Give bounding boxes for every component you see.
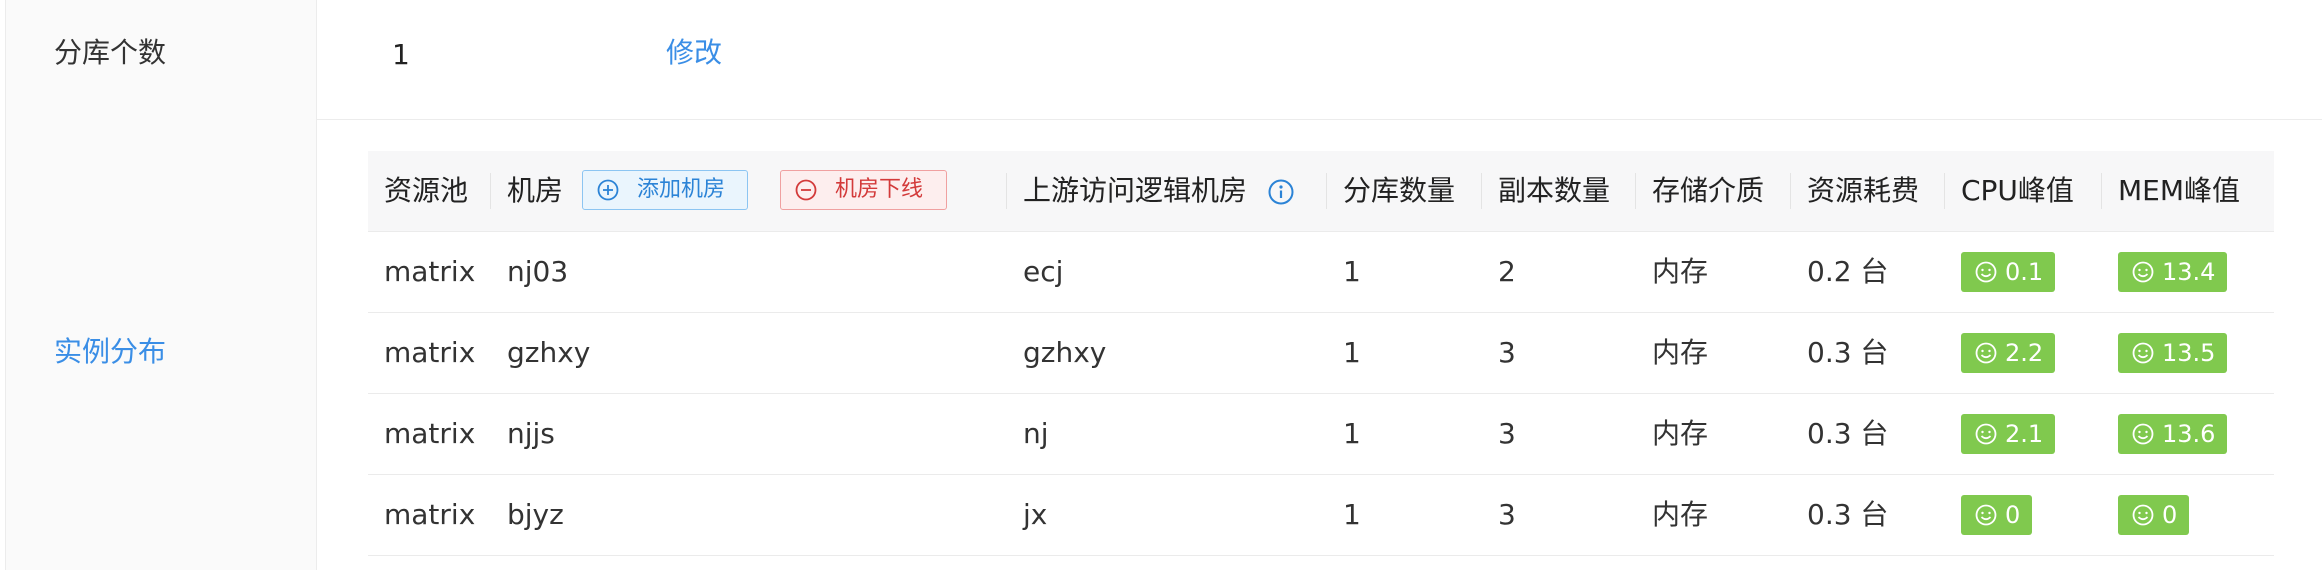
header-separator [1635, 173, 1636, 209]
cpu-peak-value: 0.1 [2005, 258, 2044, 286]
cell-pool: matrix [384, 336, 476, 369]
header-medium: 存储介质 [1652, 174, 1765, 207]
cpu-peak-tag: 2.2 [1961, 333, 2056, 373]
header-pool: 资源池 [384, 174, 469, 207]
cell-upstream: jx [1023, 498, 1048, 531]
table-row: matrix njjs nj 1 3 内存 0.3 台 2.1 13.6 [368, 394, 2274, 475]
table-row: matrix bjyz jx 1 3 内存 0.3 台 0 0 [368, 475, 2274, 556]
cell-room: nj03 [507, 255, 569, 288]
cell-pool: matrix [384, 417, 476, 450]
cell-medium: 内存 [1652, 336, 1709, 369]
shard-count-label: 分库个数 [54, 36, 167, 69]
cell-shards: 1 [1343, 336, 1361, 369]
cell-medium: 内存 [1652, 498, 1709, 531]
cell-medium: 内存 [1652, 255, 1709, 288]
header-replicas: 副本数量 [1498, 174, 1611, 207]
header-upstream: 上游访问逻辑机房 [1023, 174, 1248, 207]
offline-room-label: 机房下线 [835, 177, 924, 202]
header-cpu: CPU峰值 [1961, 174, 2074, 207]
smile-icon [2132, 342, 2154, 364]
cpu-peak-value: 2.2 [2005, 339, 2044, 367]
header-mem: MEM峰值 [2118, 174, 2241, 207]
cell-replicas: 3 [1498, 498, 1516, 531]
table-header: 资源池 机房 添加机房 机房下线 上游访问逻辑机房 分库数量 副本数量 存储介质… [368, 151, 2274, 232]
smile-icon [1975, 261, 1997, 283]
smile-icon [1975, 504, 1997, 526]
table-row: matrix gzhxy gzhxy 1 3 内存 0.3 台 2.2 13.5 [368, 313, 2274, 394]
instance-detail-panel: 分库个数 1 修改 实例分布 资源池 机房 添加机房 机房下线 上游访问逻辑机房… [0, 0, 2322, 570]
info-circle-icon[interactable] [1268, 179, 1294, 205]
header-separator [1326, 173, 1327, 209]
header-room: 机房 [507, 174, 564, 207]
add-room-label: 添加机房 [637, 177, 726, 202]
cell-cost: 0.3 台 [1807, 498, 1889, 531]
plus-circle-icon [597, 179, 619, 201]
cpu-peak-value: 0 [2005, 501, 2021, 529]
mem-peak-tag: 0 [2118, 495, 2190, 535]
cell-pool: matrix [384, 255, 476, 288]
instance-table: 资源池 机房 添加机房 机房下线 上游访问逻辑机房 分库数量 副本数量 存储介质… [368, 151, 2274, 556]
mem-peak-value: 13.4 [2162, 258, 2216, 286]
cell-cost: 0.3 台 [1807, 336, 1889, 369]
mem-peak-value: 13.6 [2162, 420, 2216, 448]
cell-room: bjyz [507, 498, 564, 531]
cell-shards: 1 [1343, 498, 1361, 531]
cell-cost: 0.3 台 [1807, 417, 1889, 450]
header-separator [1481, 173, 1482, 209]
cpu-peak-tag: 0 [1961, 495, 2033, 535]
cell-medium: 内存 [1652, 417, 1709, 450]
header-separator [1944, 173, 1945, 209]
mem-peak-value: 13.5 [2162, 339, 2216, 367]
row-divider [5, 119, 2322, 120]
cell-pool: matrix [384, 498, 476, 531]
mem-peak-tag: 13.5 [2118, 333, 2228, 373]
instance-distribution-label: 实例分布 [54, 335, 167, 368]
header-separator [490, 173, 491, 209]
shard-count-label-cell: 分库个数 [5, 0, 317, 119]
cell-upstream: ecj [1023, 255, 1064, 288]
cpu-peak-value: 2.1 [2005, 420, 2044, 448]
table-row: matrix nj03 ecj 1 2 内存 0.2 台 0.1 13.4 [368, 232, 2274, 313]
smile-icon [1975, 423, 1997, 445]
cell-shards: 1 [1343, 417, 1361, 450]
minus-circle-icon [795, 179, 817, 201]
header-separator [1006, 173, 1007, 209]
header-cost: 资源耗费 [1807, 174, 1920, 207]
header-shards: 分库数量 [1343, 174, 1456, 207]
header-separator [1790, 173, 1791, 209]
smile-icon [2132, 261, 2154, 283]
cell-replicas: 2 [1498, 255, 1516, 288]
shard-count-value: 1 [392, 38, 410, 71]
add-room-button[interactable]: 添加机房 [582, 170, 748, 210]
smile-icon [2132, 504, 2154, 526]
mem-peak-value: 0 [2162, 501, 2178, 529]
cell-room: njjs [507, 417, 555, 450]
cell-upstream: nj [1023, 417, 1049, 450]
cell-room: gzhxy [507, 336, 591, 369]
cell-replicas: 3 [1498, 336, 1516, 369]
cpu-peak-tag: 0.1 [1961, 252, 2056, 292]
cell-cost: 0.2 台 [1807, 255, 1889, 288]
modify-link[interactable]: 修改 [666, 33, 722, 73]
smile-icon [1975, 342, 1997, 364]
offline-room-button[interactable]: 机房下线 [780, 170, 947, 210]
cpu-peak-tag: 2.1 [1961, 414, 2056, 454]
instance-distribution-label-cell: 实例分布 [5, 119, 317, 570]
header-separator [2101, 173, 2102, 209]
mem-peak-tag: 13.6 [2118, 414, 2228, 454]
smile-icon [2132, 423, 2154, 445]
cell-replicas: 3 [1498, 417, 1516, 450]
cell-upstream: gzhxy [1023, 336, 1107, 369]
mem-peak-tag: 13.4 [2118, 252, 2228, 292]
cell-shards: 1 [1343, 255, 1361, 288]
